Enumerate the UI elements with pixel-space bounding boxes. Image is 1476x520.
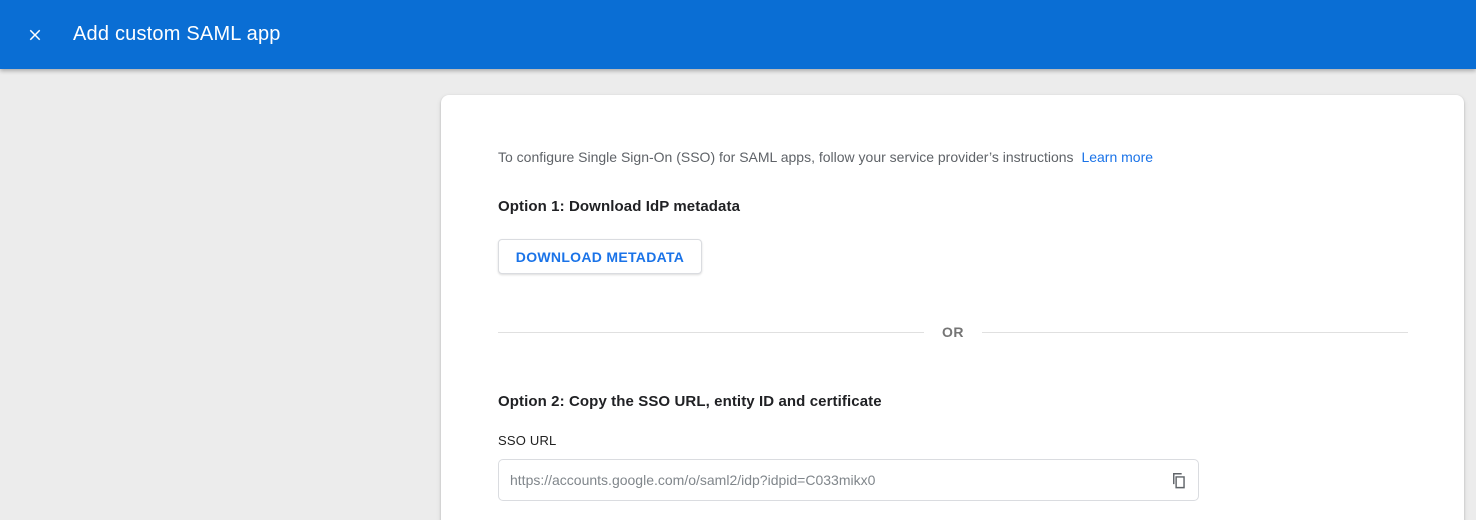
sso-url-input-wrap [498,459,1199,501]
option2-heading: Option 2: Copy the SSO URL, entity ID an… [498,392,1408,412]
intro-paragraph: To configure Single Sign-On (SSO) for SA… [498,147,1408,167]
intro-text: To configure Single Sign-On (SSO) for SA… [498,149,1074,165]
copy-icon [1169,471,1188,490]
close-icon [26,26,44,44]
or-divider: OR [498,322,1408,342]
divider-line-left [498,332,924,333]
divider-line-right [982,332,1408,333]
saml-config-card: To configure Single Sign-On (SSO) for SA… [441,95,1464,520]
dialog-header: Add custom SAML app [0,0,1476,69]
sso-url-input[interactable] [498,459,1199,501]
sso-url-label: SSO URL [498,433,1408,448]
copy-button[interactable] [1162,464,1194,496]
learn-more-link[interactable]: Learn more [1081,149,1153,165]
close-button[interactable] [21,21,49,49]
option1-heading: Option 1: Download IdP metadata [498,197,1408,217]
sso-url-field: SSO URL [498,433,1408,501]
dialog-title: Add custom SAML app [73,23,281,46]
download-metadata-button[interactable]: DOWNLOAD METADATA [498,239,702,274]
or-label: OR [924,324,982,340]
